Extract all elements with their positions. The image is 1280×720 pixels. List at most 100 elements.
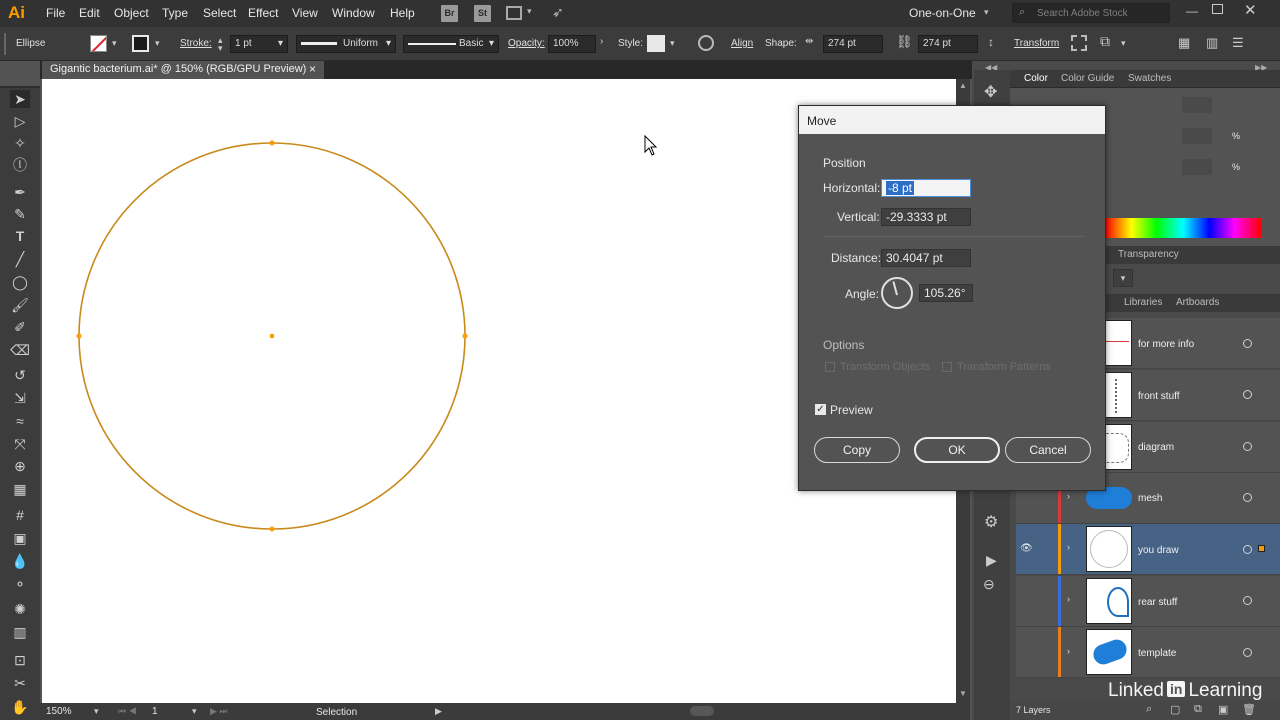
artboard-tool-icon[interactable]: ⊡ [10, 651, 30, 669]
curvature-tool-icon[interactable]: ✎ [10, 205, 30, 223]
cancel-button[interactable]: Cancel [1005, 437, 1091, 463]
gradient-tool-icon[interactable]: ▣ [10, 529, 30, 547]
brush-definition[interactable]: Basic ▾ [403, 35, 499, 53]
layer-name[interactable]: mesh [1138, 493, 1162, 504]
artboard-nav-first-icon[interactable]: ⏮ ◀ [118, 706, 137, 717]
ellipse-tool-icon[interactable]: ◯ [10, 273, 30, 291]
layer-name[interactable]: diagram [1138, 442, 1174, 453]
paintbrush-tool-icon[interactable]: 🖌 [10, 296, 30, 314]
chevron-down-icon[interactable]: ▾ [192, 706, 197, 717]
shape-builder-tool-icon[interactable]: ⊕ [10, 457, 30, 475]
color-spectrum[interactable] [1105, 218, 1261, 238]
artboard-number[interactable]: 1 [152, 706, 158, 717]
eraser-tool-icon[interactable]: ⌫ [10, 341, 30, 359]
align-button[interactable]: Align [731, 38, 753, 49]
layer-name[interactable]: template [1138, 648, 1176, 659]
isolate-group-icon[interactable]: ⧉ [1100, 33, 1110, 50]
stroke-weight-field[interactable]: 1 pt ▾ [230, 35, 288, 53]
tab-artboards[interactable]: Artboards [1176, 297, 1219, 308]
locate-object-icon[interactable]: ⌕ [1146, 703, 1152, 716]
expand-layer-icon[interactable]: › [1067, 542, 1070, 552]
menu-edit[interactable]: Edit [79, 6, 100, 20]
line-tool-icon[interactable]: ╱ [10, 250, 30, 268]
blend-tool-icon[interactable]: ⚬ [10, 575, 30, 593]
tab-color[interactable]: Color [1024, 73, 1048, 84]
fill-swatch[interactable] [90, 35, 107, 52]
menu-window[interactable]: Window [332, 6, 375, 20]
distance-input[interactable]: 30.4047 pt [881, 249, 971, 267]
preview-checkbox[interactable]: ✓ [815, 404, 826, 415]
anchor-point-left[interactable] [76, 333, 82, 339]
tab-libraries[interactable]: Libraries [1124, 297, 1162, 308]
play-actions-icon[interactable]: ▶ [986, 552, 997, 569]
opacity-label[interactable]: Opacity: [508, 38, 545, 49]
warp-tool-icon[interactable]: ≈ [10, 412, 30, 430]
symbol-sprayer-tool-icon[interactable]: ✺ [10, 600, 30, 618]
angle-input[interactable]: 105.26° [919, 284, 973, 302]
menu-file[interactable]: File [46, 6, 65, 20]
gpu-performance-icon[interactable]: ➶ [552, 4, 564, 21]
copy-button[interactable]: Copy [814, 437, 900, 463]
menu-select[interactable]: Select [203, 6, 236, 20]
perspective-grid-tool-icon[interactable]: ▦ [10, 480, 30, 498]
settings-icon[interactable]: ⚙ [984, 512, 998, 532]
chevron-down-icon[interactable]: ▾ [984, 7, 989, 18]
close-tab-icon[interactable]: × [309, 62, 316, 76]
pen-tool-icon[interactable]: ✒ [10, 183, 30, 201]
direct-selection-tool-icon[interactable]: ▷ [10, 112, 30, 130]
target-icon[interactable] [1243, 339, 1252, 348]
scroll-up-icon[interactable]: ▲ [959, 81, 967, 90]
horizontal-input[interactable]: -8 pt [881, 179, 971, 197]
target-icon[interactable] [1243, 390, 1252, 399]
blob-brush-tool-icon[interactable]: ✐ [10, 318, 30, 336]
stock-icon[interactable]: St [474, 5, 491, 22]
angle-dial[interactable] [881, 277, 913, 309]
tab-swatches[interactable]: Swatches [1128, 73, 1171, 84]
menu-object[interactable]: Object [114, 6, 149, 20]
minimize-icon[interactable]: — [1186, 4, 1198, 18]
bridge-icon[interactable]: Br [441, 5, 458, 22]
horizontal-scroll-thumb[interactable] [690, 706, 714, 716]
rotate-tool-icon[interactable]: ↺ [10, 366, 30, 384]
arrange-icon[interactable]: ▦ [1178, 35, 1190, 51]
menu-help[interactable]: Help [390, 6, 415, 20]
type-tool-icon[interactable]: T [10, 227, 30, 245]
anchor-point-top[interactable] [269, 140, 275, 146]
scroll-down-icon[interactable]: ▼ [959, 689, 967, 698]
hand-tool-icon[interactable]: ✋ [10, 698, 30, 716]
new-sublayer-icon[interactable]: ⧉ [1194, 703, 1202, 716]
panel-menu-icon[interactable]: ☰ [1232, 35, 1244, 51]
close-icon[interactable]: ✕ [1244, 1, 1257, 19]
make-clipping-mask-icon[interactable]: ▢ [1170, 703, 1180, 716]
expand-layer-icon[interactable]: › [1067, 594, 1070, 604]
blend-mode-dropdown[interactable]: ▾ [1113, 269, 1133, 287]
stroke-swatch[interactable] [132, 35, 149, 52]
anchor-point-bottom[interactable] [269, 526, 275, 532]
layer-name[interactable]: front stuff [1138, 391, 1180, 402]
transform-button[interactable]: Transform [1014, 38, 1059, 49]
stock-search-input[interactable]: ⌕ Search Adobe Stock [1012, 3, 1170, 23]
slice-tool-icon[interactable]: ✂ [10, 674, 30, 692]
tab-transparency[interactable]: Transparency [1118, 249, 1179, 260]
expand-layer-icon[interactable]: › [1067, 491, 1070, 501]
chevron-down-icon[interactable]: ▾ [112, 38, 117, 49]
chevron-down-icon[interactable]: ▾ [94, 706, 99, 717]
layer-name[interactable]: for more info [1138, 339, 1194, 350]
opacity-field[interactable]: 100% [548, 35, 596, 53]
recolor-artwork-icon[interactable] [698, 35, 714, 51]
transform-each-icon[interactable] [1071, 35, 1087, 51]
distribute-icon[interactable]: ▥ [1206, 35, 1218, 51]
ok-button[interactable]: OK [914, 437, 1000, 463]
free-transform-tool-icon[interactable]: ⤧ [10, 435, 30, 453]
chevron-down-icon[interactable]: ▾ [155, 38, 160, 49]
stroke-stepper-icon[interactable]: ▴ ▾ [218, 36, 223, 53]
target-icon[interactable] [1243, 596, 1252, 605]
links-icon[interactable]: ⊖ [983, 576, 995, 593]
lasso-tool-icon[interactable]: ⓛ [10, 156, 30, 174]
variable-width-profile[interactable]: Uniform ▾ [296, 35, 396, 53]
preview-label[interactable]: Preview [830, 403, 873, 417]
menu-type[interactable]: Type [162, 6, 188, 20]
transform-objects-checkbox[interactable] [825, 362, 835, 372]
constrain-proportions-icon[interactable]: ⛓ [896, 34, 913, 50]
chevron-right-icon[interactable]: ▶ [435, 706, 442, 717]
